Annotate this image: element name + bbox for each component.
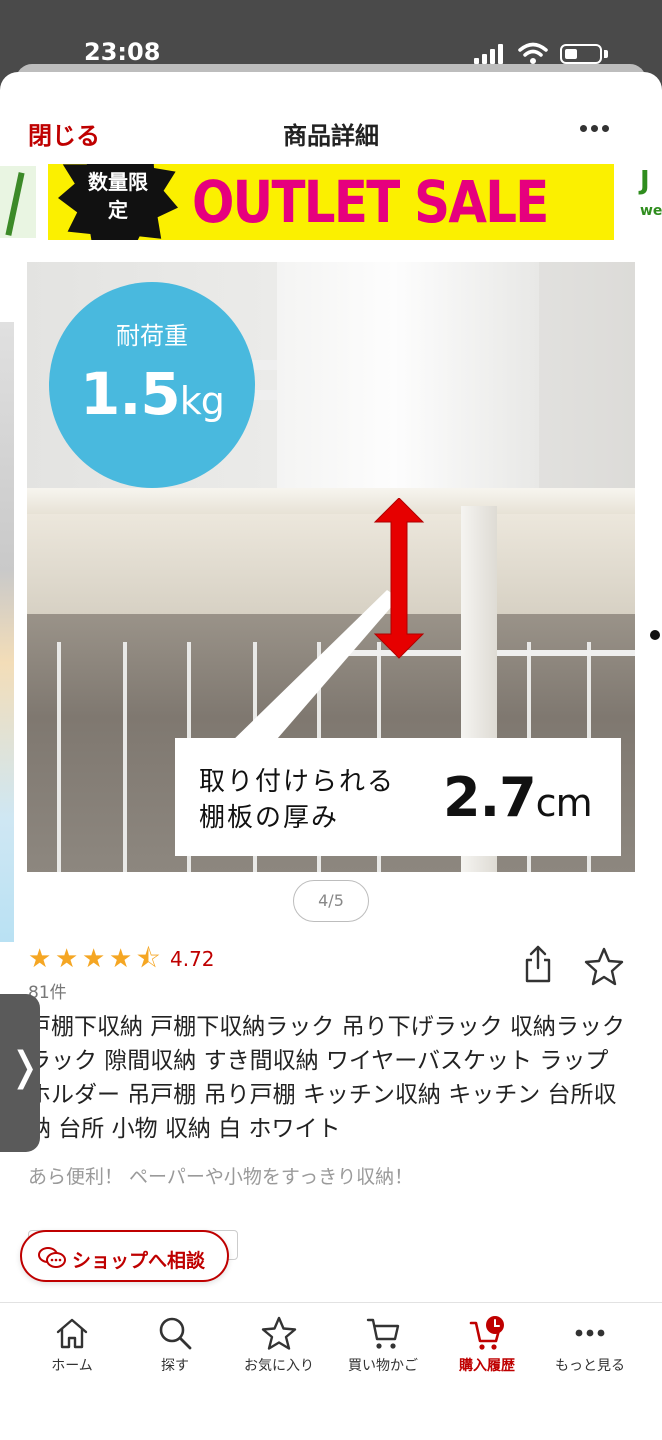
wifi-icon [518,42,548,64]
side-drawer-tab[interactable]: ❭ [0,994,42,1152]
cellular-signal-icon [474,44,504,64]
canister [277,262,539,512]
catch-copy: あら便利！ ペーパーや小物をすっきり収納！ [28,1166,414,1188]
rating-star-icon: ★ [55,944,79,974]
shelf-thickness-caption: 取り付けられる 棚板の厚み 2.7cm [175,738,621,856]
more-icon [575,1329,605,1337]
banner-next-text: J [640,166,650,196]
home-icon [56,1318,88,1349]
next-image-peek[interactable] [646,322,662,942]
battery-tip [604,50,608,58]
share-icon[interactable] [520,944,556,984]
purchase-history-icon [469,1316,504,1350]
product-detail-sheet: 閉じる 商品詳細 数量限定 OUTLET SALE J we 耐荷重 1.5kg… [0,72,662,1440]
image-pager: 4/5 [293,880,369,922]
rating-star-icon: ★ [82,944,106,974]
load-capacity-value: 1.5kg [80,360,225,428]
chevron-right-icon: ❭ [8,1044,42,1090]
nav-search-label: 探す [161,1358,189,1374]
search-icon [159,1317,192,1350]
banner-next-sub: we [640,203,662,219]
battery-icon [560,44,602,64]
favorite-star-icon[interactable] [584,946,624,986]
thickness-arrow-icon [227,498,425,746]
product-image[interactable]: 耐荷重 1.5kg 取り付けられる 棚板の厚み 2.7cm [27,262,635,872]
bottom-nav: ホーム 探す お気に入り 買い物かご 購入履歴 もっと見る [0,1302,662,1440]
page-title: 商品詳細 [283,122,379,150]
rating-star-icon: ★ [28,944,52,974]
chat-bubble-icon [38,1247,66,1268]
nav-more-label: もっと見る [555,1358,625,1374]
shop-consult-button[interactable]: ショップへ相談 [20,1230,229,1282]
rating-row[interactable]: ★ ★ ★ ★ ⯪ 4.72 [28,944,215,974]
outlet-sale-banner[interactable]: 数量限定 OUTLET SALE [48,164,614,240]
status-time: 23:08 [84,38,161,66]
load-capacity-badge: 耐荷重 1.5kg [49,282,255,488]
nav-search[interactable]: 探す [123,1315,227,1385]
rating-value: 4.72 [170,947,215,971]
cart-icon [366,1318,400,1349]
header: 閉じる 商品詳細 [0,72,662,162]
load-capacity-label: 耐荷重 [116,322,188,350]
nav-purchase-history[interactable]: 購入履歴 [435,1315,539,1385]
banner-text: OUTLET SALE [192,168,549,236]
nav-cart[interactable]: 買い物かご [331,1315,435,1385]
nav-favorites[interactable]: お気に入り [227,1315,331,1385]
nav-purchase-history-label: 購入履歴 [459,1358,515,1374]
shop-consult-label: ショップへ相談 [72,1250,206,1272]
product-title: 戸棚下収納 戸棚下収納ラック 吊り下げラック 収納ラック ラック 隙間収納 すき… [28,1014,625,1142]
banner-badge: 数量限定 [88,170,148,222]
nav-more[interactable]: もっと見る [538,1315,642,1385]
rating-star-icon: ⯪ [136,944,161,974]
shelf-thickness-label: 取り付けられる 棚板の厚み [199,767,396,833]
nav-home[interactable]: ホーム [20,1315,124,1385]
rating-star-icon: ★ [109,944,133,974]
rating-stars: ★ ★ ★ ★ ⯪ [28,946,162,972]
more-menu-icon[interactable] [580,118,620,138]
nav-favorites-label: お気に入り [244,1358,314,1374]
screen: 23:08 閉じる 商品詳細 数量限定 OUTLET SALE J we 耐荷重… [0,0,662,1440]
status-bar: 23:08 [0,0,662,70]
banner-prev-slide[interactable] [0,166,36,238]
prev-image-peek[interactable] [0,322,14,942]
nav-home-label: ホーム [51,1358,93,1374]
shelf-thickness-value: 2.7cm [443,766,593,829]
load-capacity-unit: kg [179,379,225,423]
banner-next-slide[interactable]: J we [640,166,662,238]
star-icon [261,1316,297,1350]
nav-cart-label: 買い物かご [348,1358,418,1374]
shelf-thickness-unit: cm [535,781,593,825]
